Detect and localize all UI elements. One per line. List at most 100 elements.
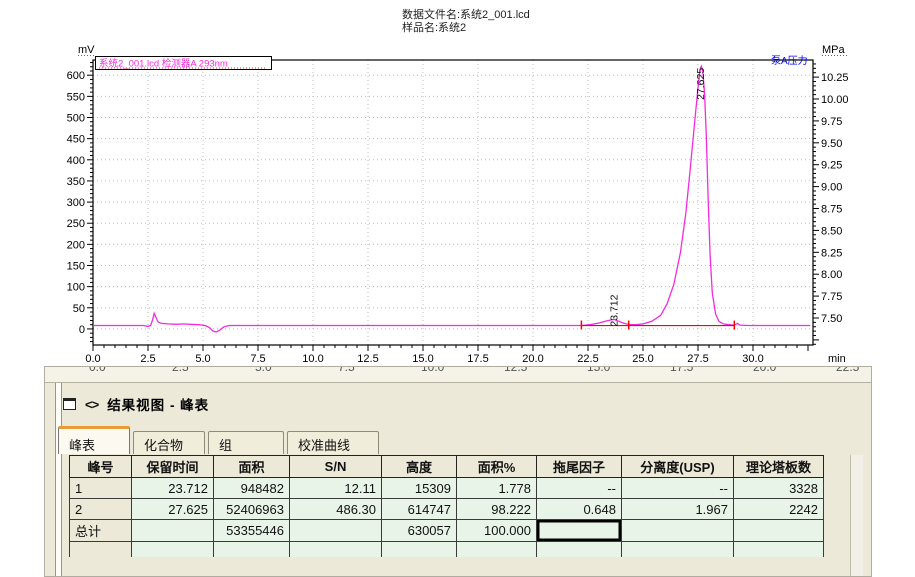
x-tick-label: 25.0 [632,353,653,365]
column-header: 拖尾因子 [537,456,622,478]
y-right-tick-label: 8.25 [821,247,842,259]
table-row: 123.71294848212.11153091.778----3328 [70,478,824,499]
column-header: 面积 [214,456,290,478]
table-cell[interactable]: -- [537,478,622,499]
x-tick-label: 7.5 [250,353,265,365]
x-tick-label: 10.0 [302,353,323,365]
clipped-axis-number: 10.0 [421,367,444,374]
table-cell[interactable]: -- [622,478,734,499]
table-row: 总计 53355446 630057100.000 [70,520,824,542]
y-right-tick-label: 8.00 [821,269,842,281]
table-cell[interactable]: 27.625 [132,499,214,520]
table-cell[interactable]: 1.778 [457,478,537,499]
peak-table: 峰号保留时间面积S/N高度面积%拖尾因子分离度(USP)理论塔板数123.712… [69,455,824,557]
table-cell[interactable] [382,542,457,558]
table-cell[interactable] [290,520,382,542]
angle-brackets-icon[interactable]: <> [85,397,98,412]
detector-label: 系统2_001.lcd 检测器A 293nm [99,58,228,70]
table-cell[interactable]: 948482 [214,478,290,499]
table-cell[interactable]: 614747 [382,499,457,520]
y-left-tick-label: 550 [67,91,85,103]
table-cell[interactable] [132,542,214,558]
clipped-axis-number: 5.0 [255,367,272,374]
column-header: 保留时间 [132,456,214,478]
table-cell[interactable]: 52406963 [214,499,290,520]
y-right-tick-label: 7.75 [821,291,842,303]
y-right-tick-label: 10.25 [821,72,849,84]
table-cell[interactable]: 15309 [382,478,457,499]
clipped-axis-number: 17.5 [670,367,693,374]
table-row [70,542,824,558]
table-cell[interactable] [734,542,824,558]
table-cell[interactable]: 98.222 [457,499,537,520]
tab-compound[interactable]: 化合物 [133,431,205,454]
pump-pressure-label: 泵A压力 [771,54,808,67]
y-left-tick-label: 600 [67,70,85,82]
chromatogram-trace [93,66,810,332]
results-view-title: 结果视图 - 峰表 [107,394,209,414]
chromatogram-chart: 0.02.55.07.510.012.515.017.520.022.525.0… [0,0,915,366]
x-tick-label: 27.5 [687,353,708,365]
x-tick-label: 5.0 [195,353,210,365]
background-axis-strip: 0.02.55.07.510.012.515.017.520.022.5 [45,367,871,383]
table-cell[interactable]: 100.000 [457,520,537,542]
y-left-tick-label: 300 [67,197,85,209]
table-row: 227.62552406963486.3061474798.2220.6481.… [70,499,824,520]
y-left-tick-label: 150 [67,261,85,273]
y-right-tick-label: 9.00 [821,182,842,194]
column-header: 峰号 [70,456,132,478]
y-right-tick-label: 7.50 [821,313,842,325]
window-icon[interactable] [63,398,76,410]
column-header: 面积% [457,456,537,478]
results-view-titlebar: <> 结果视图 - 峰表 [63,393,209,415]
y-left-tick-label: 250 [67,218,85,230]
table-cell[interactable] [457,542,537,558]
table-cell[interactable]: 630057 [382,520,457,542]
table-cell[interactable]: 1.967 [622,499,734,520]
y-left-tick-label: 0 [79,324,85,336]
table-cell[interactable]: 486.30 [290,499,382,520]
clipped-axis-number: 12.5 [504,367,527,374]
tab-calibration-curve[interactable]: 校准曲线 [287,431,379,454]
row-header-cell[interactable]: 2 [70,499,132,520]
y-right-tick-label: 9.50 [821,138,842,150]
tab-group[interactable]: 组 [208,431,284,454]
clipped-axis-number: 7.5 [338,367,355,374]
clipped-axis-number: 2.5 [172,367,189,374]
y-left-tick-label: 350 [67,176,85,188]
table-cell[interactable] [537,542,622,558]
panel-splitter[interactable] [55,383,62,576]
table-cell[interactable] [290,542,382,558]
tab-peak-table[interactable]: 峰表 [58,426,130,454]
table-cell[interactable]: 0.648 [537,499,622,520]
row-header-cell[interactable]: 总计 [70,520,132,542]
x-axis-unit: min [828,353,846,365]
table-scrollbar[interactable] [850,455,863,576]
table-cell[interactable] [214,542,290,558]
column-header: 高度 [382,456,457,478]
x-tick-label: 22.5 [577,353,598,365]
y-right-tick-label: 10.00 [821,94,849,106]
table-cell[interactable] [132,520,214,542]
table-cell[interactable]: 12.11 [290,478,382,499]
peak-rt-label: 27.625 [695,68,707,100]
table-cell[interactable]: 53355446 [214,520,290,542]
clipped-axis-number: 22.5 [836,367,859,374]
y-right-tick-label: 8.75 [821,204,842,216]
table-cell[interactable] [734,520,824,542]
row-header-cell[interactable]: 1 [70,478,132,499]
table-cell[interactable] [622,520,734,542]
table-cell[interactable] [537,520,622,542]
table-cell[interactable] [70,542,132,558]
x-tick-label: 0.0 [85,353,100,365]
table-cell[interactable]: 23.712 [132,478,214,499]
y-left-tick-label: 400 [67,155,85,167]
y-left-tick-label: 500 [67,113,85,125]
peak-rt-label: 23.712 [609,294,621,326]
table-cell[interactable]: 3328 [734,478,824,499]
peak-table-container: 峰号保留时间面积S/N高度面积%拖尾因子分离度(USP)理论塔板数123.712… [69,455,825,557]
table-cell[interactable] [622,542,734,558]
y-right-tick-label: 8.50 [821,225,842,237]
x-tick-label: 12.5 [357,353,378,365]
table-cell[interactable]: 2242 [734,499,824,520]
